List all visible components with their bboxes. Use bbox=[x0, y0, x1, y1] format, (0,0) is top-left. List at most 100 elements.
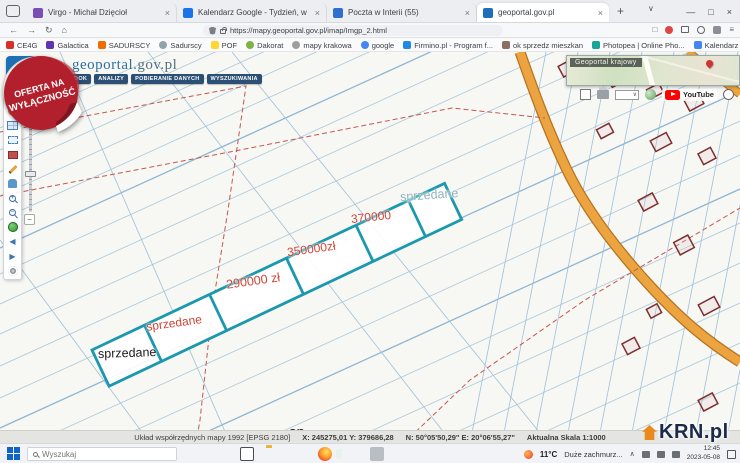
youtube-badge[interactable]: YouTube bbox=[662, 89, 717, 101]
minimize-button[interactable]: — bbox=[686, 7, 695, 17]
firefox-icon[interactable] bbox=[318, 447, 332, 461]
bookmark-dakorat[interactable]: Dakorat bbox=[246, 41, 283, 50]
tab-title: Virgo - Michał Dzięcioł bbox=[48, 8, 160, 17]
close-tab-icon[interactable]: × bbox=[465, 8, 470, 18]
bookmark-sadurscy-1[interactable]: SADURSCY bbox=[98, 41, 151, 50]
bookmark-mapy-krakowa[interactable]: mapy krakowa bbox=[292, 41, 351, 50]
forward-button[interactable]: → bbox=[27, 25, 36, 35]
close-window-button[interactable]: × bbox=[727, 7, 732, 17]
measure-area-button[interactable] bbox=[7, 149, 18, 160]
bookmark-favicon bbox=[403, 41, 411, 49]
system-tray: 11°C Duże zachmurz... ∧ 12:45 2023-05-08 bbox=[524, 444, 740, 463]
start-button[interactable] bbox=[7, 447, 20, 460]
tab-title: geoportal.gov.pl bbox=[498, 8, 593, 17]
bookmark-favicon bbox=[98, 41, 106, 49]
pan-tool-button[interactable] bbox=[7, 178, 18, 189]
map-canvas[interactable]: sprzedane sprzedane 290000 zł 350000zł 3… bbox=[0, 52, 740, 430]
bookmark-favicon bbox=[502, 41, 510, 49]
search-icon bbox=[33, 452, 38, 457]
pinned-app-icon[interactable] bbox=[370, 447, 384, 461]
krn-watermark-text: KRN.pl bbox=[659, 421, 729, 444]
overview-map-panel[interactable]: Geoportal krajowy bbox=[566, 55, 740, 86]
shield-icon[interactable] bbox=[209, 27, 216, 35]
close-tab-icon[interactable]: × bbox=[315, 8, 320, 18]
zoom-in-tool-button[interactable]: + bbox=[7, 193, 18, 204]
bookmark-photopea[interactable]: Photopea | Online Pho... bbox=[592, 41, 685, 50]
geoportal-title: geoportal.gov.pl bbox=[72, 57, 177, 74]
tray-chevron-icon[interactable]: ∧ bbox=[630, 450, 635, 458]
adblock-icon[interactable] bbox=[665, 26, 673, 34]
extension-box-icon[interactable] bbox=[681, 26, 689, 33]
network-icon[interactable] bbox=[657, 451, 665, 458]
puzzle-icon[interactable] bbox=[713, 26, 721, 34]
task-view-button[interactable] bbox=[240, 447, 254, 461]
tab-list-chevron-icon[interactable]: ∨ bbox=[648, 4, 654, 13]
status-crs: Układ współrzędnych mapy 1992 [EPSG 2180… bbox=[134, 433, 290, 442]
zoom-out-button[interactable]: − bbox=[24, 214, 35, 225]
home-button[interactable]: ⌂ bbox=[62, 25, 67, 35]
clock-date: 2023-05-08 bbox=[687, 454, 720, 463]
close-tab-icon[interactable]: × bbox=[165, 8, 170, 18]
gear-icon bbox=[8, 266, 18, 276]
menu-icon[interactable]: ≡ bbox=[729, 25, 734, 34]
zoom-out-tool-button[interactable]: − bbox=[7, 207, 18, 218]
battery-icon[interactable] bbox=[672, 451, 680, 458]
taskbar-search[interactable] bbox=[27, 447, 177, 461]
bookmark-favicon bbox=[246, 41, 254, 49]
speaker-icon[interactable] bbox=[642, 451, 650, 458]
tab-poczta[interactable]: Poczta w Interii (55) × bbox=[327, 3, 477, 22]
bookmark-galactica[interactable]: Galactica bbox=[46, 41, 88, 50]
previous-view-button[interactable]: ◀ bbox=[7, 236, 18, 247]
next-view-button[interactable]: ▶ bbox=[7, 251, 18, 262]
sidebar-icon[interactable]: □ bbox=[652, 25, 657, 34]
weather-desc[interactable]: Duże zachmurz... bbox=[564, 450, 622, 459]
url-text[interactable]: https://mapy.geoportal.gov.pl/imap/Imgp_… bbox=[230, 26, 387, 35]
menu-item-wyszukiwania[interactable]: WYSZUKIWANIA bbox=[207, 74, 262, 84]
menu-item-pobieranie-danych[interactable]: POBIERANIE DANYCH bbox=[131, 74, 203, 84]
new-tab-button[interactable]: + bbox=[617, 4, 624, 18]
bookmark-pof[interactable]: POF bbox=[211, 41, 237, 50]
settings-button[interactable] bbox=[7, 265, 18, 276]
basemap-globe-icon[interactable] bbox=[645, 89, 656, 100]
zoom-out-icon: − bbox=[9, 209, 16, 216]
globe-icon bbox=[8, 222, 18, 232]
back-button[interactable]: ← bbox=[9, 25, 18, 35]
tab-virgo[interactable]: Virgo - Michał Dzięcioł × bbox=[27, 3, 177, 22]
weather-temp[interactable]: 11°C bbox=[540, 450, 557, 459]
bookmark-firmino[interactable]: Firmino.pl - Program f... bbox=[403, 41, 493, 50]
browser-tab-strip: Virgo - Michał Dzięcioł × Kalendarz Goog… bbox=[0, 0, 740, 23]
menu-item-analizy[interactable]: ANALIZY bbox=[94, 74, 128, 84]
address-bar[interactable]: https://mapy.geoportal.gov.pl/imap/Imgp_… bbox=[203, 25, 503, 36]
map-toolbar-right: ∨ YouTube ↻ bbox=[580, 86, 740, 103]
bookmark-kalendarz-google[interactable]: Kalendarz Google bbox=[694, 41, 740, 50]
krn-watermark: KRN.pl bbox=[642, 421, 729, 444]
full-extent-button[interactable] bbox=[7, 222, 18, 233]
weather-icon[interactable] bbox=[524, 450, 533, 459]
scale-dropdown[interactable]: ∨ bbox=[615, 90, 639, 100]
print-icon[interactable] bbox=[597, 90, 609, 99]
bookmark-google[interactable]: google bbox=[361, 41, 395, 50]
profile-icon[interactable] bbox=[697, 26, 705, 34]
frame-tool-icon[interactable] bbox=[580, 89, 591, 100]
bookmark-favicon bbox=[292, 41, 300, 49]
close-tab-icon[interactable]: × bbox=[598, 8, 603, 18]
tab-kalendarz[interactable]: Kalendarz Google - Tydzień, w × bbox=[177, 3, 327, 22]
bookmark-sadurscy-2[interactable]: Sadurscy bbox=[159, 41, 201, 50]
bookmark-favicon bbox=[211, 41, 219, 49]
draw-tool-button[interactable] bbox=[7, 164, 18, 175]
tab-favicon bbox=[33, 8, 43, 18]
notification-center-icon[interactable] bbox=[727, 450, 736, 459]
bookmark-favicon bbox=[592, 41, 600, 49]
search-input[interactable] bbox=[42, 450, 171, 459]
maximize-button[interactable]: □ bbox=[708, 7, 713, 17]
bookmark-sprzedaz-mieszkan[interactable]: ok sprzedz mieszkan bbox=[502, 41, 583, 50]
bookmark-favicon bbox=[159, 41, 167, 49]
firefox-view-icon[interactable] bbox=[6, 5, 20, 17]
clock[interactable]: 12:45 2023-05-08 bbox=[687, 445, 720, 463]
zoom-slider-handle[interactable] bbox=[25, 171, 36, 177]
help-circle-icon[interactable] bbox=[723, 89, 734, 100]
reload-button[interactable]: ↻ bbox=[45, 25, 53, 36]
tab-geoportal-active[interactable]: geoportal.gov.pl × bbox=[477, 3, 609, 22]
bookmark-ce4g[interactable]: CE4G bbox=[6, 41, 37, 50]
pencil-icon bbox=[8, 164, 17, 173]
